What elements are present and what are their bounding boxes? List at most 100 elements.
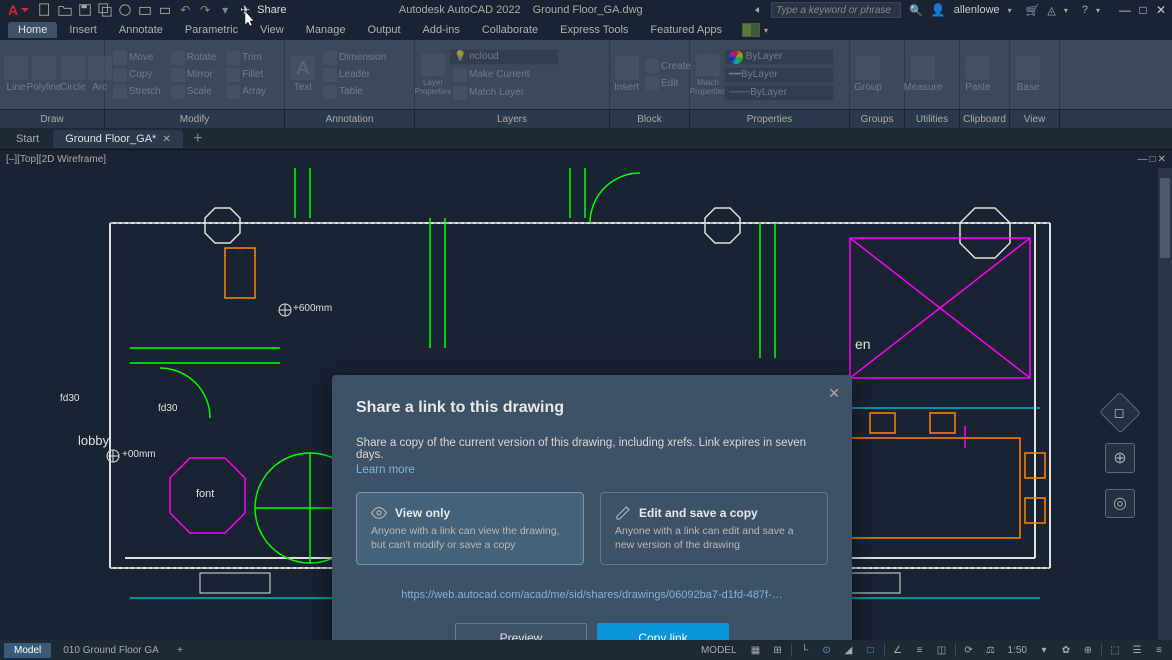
user-dropdown-icon[interactable]: ▾	[1008, 6, 1012, 15]
tab-start[interactable]: Start	[4, 130, 51, 148]
help-icon[interactable]: ?	[1082, 4, 1088, 16]
menu-home[interactable]: Home	[8, 22, 57, 38]
copy-link-button[interactable]: Copy link	[597, 623, 729, 640]
move-button[interactable]: Move	[109, 50, 165, 66]
nav-compass[interactable]: ⊕	[1105, 443, 1135, 472]
layer-select[interactable]: 💡 ncloud	[449, 49, 559, 65]
scale-dropdown-icon[interactable]: ▾	[1035, 642, 1053, 658]
status-model-label[interactable]: MODEL	[695, 645, 743, 656]
layer-properties-button[interactable]: Layer Properties	[419, 54, 447, 96]
app-logo[interactable]: A	[4, 2, 33, 18]
text-button[interactable]: AText	[289, 54, 317, 96]
preview-button[interactable]: Preview	[455, 623, 587, 640]
qat-web-icon[interactable]	[117, 2, 133, 18]
qat-saveas-icon[interactable]	[97, 2, 113, 18]
insert-button[interactable]: Insert	[614, 54, 639, 96]
menu-annotate[interactable]: Annotate	[109, 22, 173, 38]
user-name[interactable]: allenlowe	[954, 4, 1000, 16]
edit-block-button[interactable]: Edit	[641, 75, 695, 91]
share-paper-plane-icon[interactable]: ✈	[237, 2, 253, 18]
tab-active-document[interactable]: Ground Floor_GA*✕	[53, 130, 183, 148]
property-lineweight-select[interactable]: ━━ ByLayer	[724, 67, 834, 83]
dialog-close-button[interactable]: ✕	[828, 385, 840, 402]
panel-label-draw[interactable]: Draw	[0, 110, 105, 128]
panel-label-annotation[interactable]: Annotation	[285, 110, 415, 128]
mirror-button[interactable]: Mirror	[167, 67, 220, 83]
circle-button[interactable]: Circle	[60, 54, 86, 96]
dimension-button[interactable]: Dimension	[319, 50, 390, 66]
menu-express-tools[interactable]: Express Tools	[550, 22, 638, 38]
share-url-link[interactable]: https://web.autocad.com/acad/me/sid/shar…	[356, 589, 828, 601]
lineweight-icon[interactable]: ≡	[911, 642, 929, 658]
layout-tab[interactable]: 010 Ground Floor GA	[53, 643, 169, 658]
leader-button[interactable]: Leader	[319, 67, 390, 83]
viewport-maximize-icon[interactable]: □	[1150, 154, 1156, 165]
viewport-close-icon[interactable]: ✕	[1158, 154, 1166, 165]
nav-wheel[interactable]: ◎	[1105, 489, 1135, 518]
menu-swatch-icon[interactable]	[742, 23, 760, 37]
scale-value[interactable]: 1:50	[1004, 645, 1031, 656]
menu-featured-apps[interactable]: Featured Apps	[640, 22, 732, 38]
fillet-button[interactable]: Fillet	[222, 67, 270, 83]
transparency-icon[interactable]: ◫	[933, 642, 951, 658]
model-tab[interactable]: Model	[4, 643, 51, 658]
property-linetype-select[interactable]: ─── ByLayer	[724, 85, 834, 101]
qat-dropdown-icon[interactable]: ▾	[217, 2, 233, 18]
snap-icon[interactable]: ⊞	[769, 642, 787, 658]
ortho-icon[interactable]: └	[796, 642, 814, 658]
rotate-button[interactable]: Rotate	[167, 50, 220, 66]
make-current-button[interactable]: Make Current	[449, 67, 559, 83]
line-button[interactable]: Line	[4, 54, 28, 96]
customization-icon[interactable]: ≡	[1150, 642, 1168, 658]
drawing-canvas[interactable]: lobby fd30 fd30 font +600mm +00mm en ◇ ⊕…	[0, 168, 1172, 640]
option-edit-copy[interactable]: Edit and save a copy Anyone with a link …	[600, 492, 828, 565]
polyline-button[interactable]: Polyline	[30, 54, 58, 96]
minimize-button[interactable]: —	[1118, 3, 1132, 17]
user-icon[interactable]: 👤	[931, 3, 946, 17]
arc-button[interactable]: Arc	[88, 54, 112, 96]
panel-label-modify[interactable]: Modify	[105, 110, 285, 128]
measure-button[interactable]: Measure	[909, 54, 937, 96]
menu-swatch-drop-icon[interactable]: ▾	[764, 26, 768, 35]
menu-collaborate[interactable]: Collaborate	[472, 22, 548, 38]
menu-parametric[interactable]: Parametric	[175, 22, 248, 38]
polar-icon[interactable]: ⊙	[818, 642, 836, 658]
autodesk-icon[interactable]: ◬	[1047, 4, 1055, 17]
learn-more-link[interactable]: Learn more	[356, 464, 828, 476]
viewcube[interactable]: ◇	[1099, 392, 1141, 434]
autodesk-dropdown-icon[interactable]: ▾	[1064, 6, 1068, 15]
copy-button[interactable]: Copy	[109, 67, 165, 83]
create-block-button[interactable]: Create	[641, 58, 695, 74]
menu-output[interactable]: Output	[358, 22, 411, 38]
menu-insert[interactable]: Insert	[59, 22, 107, 38]
isodraft-icon[interactable]: ◢	[840, 642, 858, 658]
osnap-icon[interactable]: □	[862, 642, 880, 658]
tab-close-icon[interactable]: ✕	[162, 134, 170, 145]
viewport-label[interactable]: [–][Top][2D Wireframe]	[6, 154, 106, 165]
base-button[interactable]: Base	[1014, 54, 1042, 96]
panel-label-clipboard[interactable]: Clipboard	[960, 110, 1010, 128]
workspace-icon[interactable]: ✿	[1057, 642, 1075, 658]
panel-label-groups[interactable]: Groups	[850, 110, 905, 128]
qat-redo-icon[interactable]: ↷	[197, 2, 213, 18]
search-icon[interactable]: 🔍	[909, 4, 923, 17]
menu-view[interactable]: View	[250, 22, 294, 38]
grid-icon[interactable]: ▦	[747, 642, 765, 658]
array-button[interactable]: Array	[222, 84, 270, 100]
tab-add-button[interactable]: +	[189, 130, 207, 148]
option-view-only[interactable]: View only Anyone with a link can view th…	[356, 492, 584, 565]
annotation-monitor-icon[interactable]: ⊕	[1079, 642, 1097, 658]
close-button[interactable]: ✕	[1154, 3, 1168, 17]
group-button[interactable]: Group	[854, 54, 882, 96]
qat-undo-icon[interactable]: ↶	[177, 2, 193, 18]
qat-print-icon[interactable]	[157, 2, 173, 18]
qat-new-icon[interactable]	[37, 2, 53, 18]
units-icon[interactable]: ⬚	[1106, 642, 1124, 658]
match-properties-button[interactable]: Match Properties	[694, 54, 722, 96]
panel-label-utilities[interactable]: Utilities	[905, 110, 960, 128]
qat-save-icon[interactable]	[77, 2, 93, 18]
panel-label-layers[interactable]: Layers	[415, 110, 610, 128]
quick-properties-icon[interactable]: ☰	[1128, 642, 1146, 658]
property-color-select[interactable]: ByLayer	[724, 49, 834, 65]
scale-button[interactable]: Scale	[167, 84, 220, 100]
